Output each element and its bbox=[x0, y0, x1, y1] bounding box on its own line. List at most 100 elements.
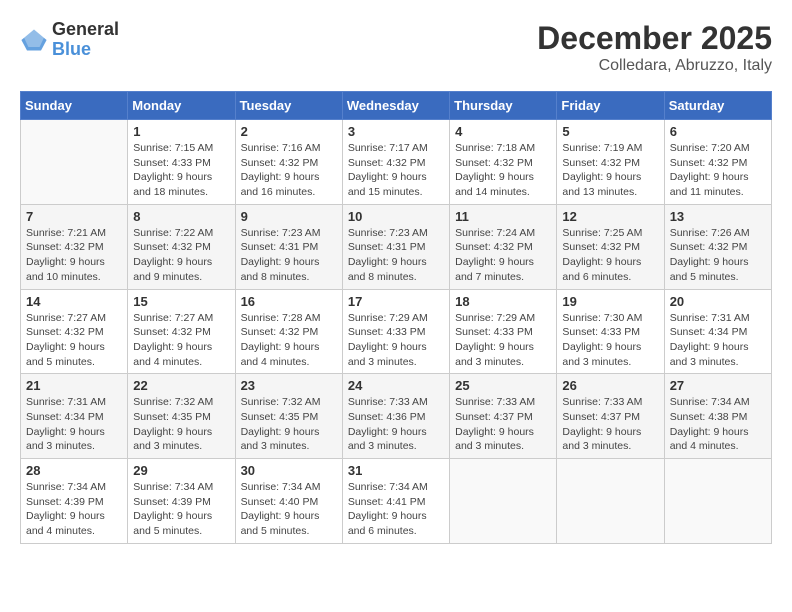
day-number: 7 bbox=[26, 209, 122, 224]
calendar-week-row: 21Sunrise: 7:31 AM Sunset: 4:34 PM Dayli… bbox=[21, 374, 772, 459]
calendar-cell: 17 Sunrise: 7:29 AM Sunset: 4:33 PM Dayli… bbox=[342, 289, 449, 374]
calendar-cell: 5 Sunrise: 7:19 AM Sunset: 4:32 PM Daylig… bbox=[557, 120, 664, 205]
calendar-week-row: 1 Sunrise: 7:15 AM Sunset: 4:33 PM Daylig… bbox=[21, 120, 772, 205]
day-info: Sunrise: 7:23 AM Sunset: 4:31 PM Dayligh… bbox=[241, 226, 337, 285]
day-info: Sunrise: 7:31 AM Sunset: 4:34 PM Dayligh… bbox=[670, 311, 766, 370]
day-info: Sunrise: 7:22 AM Sunset: 4:32 PM Dayligh… bbox=[133, 226, 229, 285]
day-number: 17 bbox=[348, 294, 444, 309]
calendar-cell: 28 Sunrise: 7:34 AM Sunset: 4:39 PM Dayli… bbox=[21, 459, 128, 544]
day-number: 31 bbox=[348, 463, 444, 478]
day-info: Sunrise: 7:34 AM Sunset: 4:39 PM Dayligh… bbox=[26, 480, 122, 539]
calendar-cell: 21Sunrise: 7:31 AM Sunset: 4:34 PM Dayli… bbox=[21, 374, 128, 459]
calendar-cell: 29 Sunrise: 7:34 AM Sunset: 4:39 PM Dayli… bbox=[128, 459, 235, 544]
calendar-cell: 4 Sunrise: 7:18 AM Sunset: 4:32 PM Daylig… bbox=[450, 120, 557, 205]
day-info: Sunrise: 7:26 AM Sunset: 4:32 PM Dayligh… bbox=[670, 226, 766, 285]
calendar-week-row: 14 Sunrise: 7:27 AM Sunset: 4:32 PM Dayli… bbox=[21, 289, 772, 374]
calendar-cell: 11 Sunrise: 7:24 AM Sunset: 4:32 PM Dayli… bbox=[450, 204, 557, 289]
day-number: 15 bbox=[133, 294, 229, 309]
day-info: Sunrise: 7:34 AM Sunset: 4:41 PM Dayligh… bbox=[348, 480, 444, 539]
calendar-cell: 3Sunrise: 7:17 AM Sunset: 4:32 PM Daylig… bbox=[342, 120, 449, 205]
day-info: Sunrise: 7:24 AM Sunset: 4:32 PM Dayligh… bbox=[455, 226, 551, 285]
day-number: 27 bbox=[670, 378, 766, 393]
calendar-cell: 6 Sunrise: 7:20 AM Sunset: 4:32 PM Daylig… bbox=[664, 120, 771, 205]
logo: General Blue bbox=[20, 20, 119, 60]
calendar-subtitle: Colledara, Abruzzo, Italy bbox=[537, 57, 772, 75]
day-info: Sunrise: 7:33 AM Sunset: 4:36 PM Dayligh… bbox=[348, 395, 444, 454]
day-of-week-header: Sunday bbox=[21, 92, 128, 120]
calendar-title: December 2025 bbox=[537, 20, 772, 57]
calendar-cell: 25 Sunrise: 7:33 AM Sunset: 4:37 PM Dayli… bbox=[450, 374, 557, 459]
day-info: Sunrise: 7:21 AM Sunset: 4:32 PM Dayligh… bbox=[26, 226, 122, 285]
day-number: 8 bbox=[133, 209, 229, 224]
day-info: Sunrise: 7:34 AM Sunset: 4:39 PM Dayligh… bbox=[133, 480, 229, 539]
day-number: 30 bbox=[241, 463, 337, 478]
day-number: 26 bbox=[562, 378, 658, 393]
day-info: Sunrise: 7:34 AM Sunset: 4:40 PM Dayligh… bbox=[241, 480, 337, 539]
day-info: Sunrise: 7:29 AM Sunset: 4:33 PM Dayligh… bbox=[348, 311, 444, 370]
calendar-table: SundayMondayTuesdayWednesdayThursdayFrid… bbox=[20, 91, 772, 544]
calendar-cell: 31 Sunrise: 7:34 AM Sunset: 4:41 PM Dayli… bbox=[342, 459, 449, 544]
calendar-header-row: SundayMondayTuesdayWednesdayThursdayFrid… bbox=[21, 92, 772, 120]
day-of-week-header: Tuesday bbox=[235, 92, 342, 120]
day-info: Sunrise: 7:19 AM Sunset: 4:32 PM Dayligh… bbox=[562, 141, 658, 200]
day-info: Sunrise: 7:33 AM Sunset: 4:37 PM Dayligh… bbox=[455, 395, 551, 454]
calendar-cell: 22Sunrise: 7:32 AM Sunset: 4:35 PM Dayli… bbox=[128, 374, 235, 459]
day-of-week-header: Friday bbox=[557, 92, 664, 120]
day-number: 25 bbox=[455, 378, 551, 393]
calendar-cell: 2 Sunrise: 7:16 AM Sunset: 4:32 PM Daylig… bbox=[235, 120, 342, 205]
calendar-cell: 16 Sunrise: 7:28 AM Sunset: 4:32 PM Dayli… bbox=[235, 289, 342, 374]
day-number: 1 bbox=[133, 124, 229, 139]
day-number: 6 bbox=[670, 124, 766, 139]
day-info: Sunrise: 7:28 AM Sunset: 4:32 PM Dayligh… bbox=[241, 311, 337, 370]
calendar-cell: 15Sunrise: 7:27 AM Sunset: 4:32 PM Dayli… bbox=[128, 289, 235, 374]
day-number: 16 bbox=[241, 294, 337, 309]
calendar-cell: 8 Sunrise: 7:22 AM Sunset: 4:32 PM Daylig… bbox=[128, 204, 235, 289]
day-number: 10 bbox=[348, 209, 444, 224]
day-number: 20 bbox=[670, 294, 766, 309]
day-of-week-header: Thursday bbox=[450, 92, 557, 120]
day-info: Sunrise: 7:27 AM Sunset: 4:32 PM Dayligh… bbox=[26, 311, 122, 370]
day-number: 11 bbox=[455, 209, 551, 224]
day-info: Sunrise: 7:15 AM Sunset: 4:33 PM Dayligh… bbox=[133, 141, 229, 200]
day-info: Sunrise: 7:25 AM Sunset: 4:32 PM Dayligh… bbox=[562, 226, 658, 285]
day-number: 22 bbox=[133, 378, 229, 393]
calendar-cell: 27 Sunrise: 7:34 AM Sunset: 4:38 PM Dayli… bbox=[664, 374, 771, 459]
day-number: 3 bbox=[348, 124, 444, 139]
day-info: Sunrise: 7:16 AM Sunset: 4:32 PM Dayligh… bbox=[241, 141, 337, 200]
day-info: Sunrise: 7:20 AM Sunset: 4:32 PM Dayligh… bbox=[670, 141, 766, 200]
calendar-cell: 13 Sunrise: 7:26 AM Sunset: 4:32 PM Dayli… bbox=[664, 204, 771, 289]
calendar-week-row: 7 Sunrise: 7:21 AM Sunset: 4:32 PM Daylig… bbox=[21, 204, 772, 289]
day-number: 13 bbox=[670, 209, 766, 224]
calendar-cell bbox=[450, 459, 557, 544]
day-number: 24 bbox=[348, 378, 444, 393]
calendar-cell bbox=[21, 120, 128, 205]
calendar-cell: 7 Sunrise: 7:21 AM Sunset: 4:32 PM Daylig… bbox=[21, 204, 128, 289]
calendar-cell bbox=[664, 459, 771, 544]
day-number: 14 bbox=[26, 294, 122, 309]
day-number: 5 bbox=[562, 124, 658, 139]
title-block: December 2025 Colledara, Abruzzo, Italy bbox=[537, 20, 772, 75]
calendar-cell: 1 Sunrise: 7:15 AM Sunset: 4:33 PM Daylig… bbox=[128, 120, 235, 205]
day-info: Sunrise: 7:33 AM Sunset: 4:37 PM Dayligh… bbox=[562, 395, 658, 454]
day-number: 29 bbox=[133, 463, 229, 478]
day-number: 28 bbox=[26, 463, 122, 478]
day-info: Sunrise: 7:30 AM Sunset: 4:33 PM Dayligh… bbox=[562, 311, 658, 370]
calendar-cell: 19Sunrise: 7:30 AM Sunset: 4:33 PM Dayli… bbox=[557, 289, 664, 374]
day-number: 4 bbox=[455, 124, 551, 139]
day-number: 21 bbox=[26, 378, 122, 393]
calendar-cell: 12Sunrise: 7:25 AM Sunset: 4:32 PM Dayli… bbox=[557, 204, 664, 289]
day-info: Sunrise: 7:32 AM Sunset: 4:35 PM Dayligh… bbox=[241, 395, 337, 454]
logo-blue-text: Blue bbox=[52, 39, 91, 59]
calendar-cell: 30 Sunrise: 7:34 AM Sunset: 4:40 PM Dayli… bbox=[235, 459, 342, 544]
calendar-cell: 26 Sunrise: 7:33 AM Sunset: 4:37 PM Dayli… bbox=[557, 374, 664, 459]
day-info: Sunrise: 7:34 AM Sunset: 4:38 PM Dayligh… bbox=[670, 395, 766, 454]
day-info: Sunrise: 7:18 AM Sunset: 4:32 PM Dayligh… bbox=[455, 141, 551, 200]
day-info: Sunrise: 7:23 AM Sunset: 4:31 PM Dayligh… bbox=[348, 226, 444, 285]
calendar-cell bbox=[557, 459, 664, 544]
day-number: 9 bbox=[241, 209, 337, 224]
day-number: 23 bbox=[241, 378, 337, 393]
day-number: 2 bbox=[241, 124, 337, 139]
day-number: 18 bbox=[455, 294, 551, 309]
calendar-cell: 23 Sunrise: 7:32 AM Sunset: 4:35 PM Dayli… bbox=[235, 374, 342, 459]
page-header: General Blue December 2025 Colledara, Ab… bbox=[20, 20, 772, 75]
